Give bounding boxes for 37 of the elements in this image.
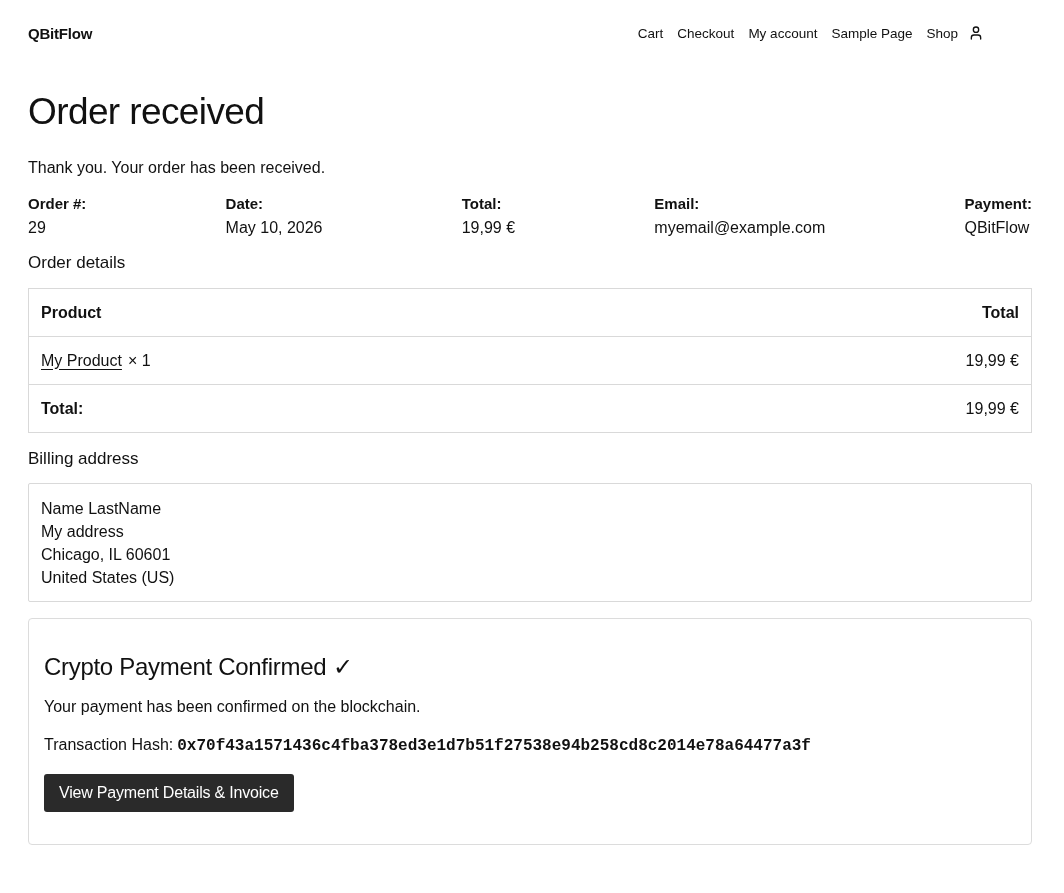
overview-value: myemail@example.com xyxy=(654,218,826,238)
nav-link[interactable]: Checkout xyxy=(677,25,735,41)
card-heading: Crypto Payment Confirmed ✓ xyxy=(44,652,353,682)
section-heading: Order details xyxy=(28,252,127,274)
product-link[interactable]: My Product xyxy=(41,351,122,369)
overview-label: Date: xyxy=(225,194,265,214)
nav-link[interactable]: Shop xyxy=(926,25,958,41)
table-cell: Total: xyxy=(28,384,663,433)
nav-link[interactable]: Cart xyxy=(637,25,664,41)
table-cell: 19,99 € xyxy=(663,336,1032,385)
address-line: My address xyxy=(41,522,125,542)
address-line: Name LastName xyxy=(41,499,163,519)
transaction-hash: 0x70f43a1571436c4fba378ed3e1d7b51f27538e94b258cd8c2014e78a64477a3f xyxy=(177,737,811,755)
overview-value: May 10, 2026 xyxy=(225,218,323,238)
overview-value: 29 xyxy=(28,218,47,238)
overview-label: Total: xyxy=(461,194,503,214)
site-logo[interactable]: QBitFlow xyxy=(28,24,93,42)
address-line: United States (US) xyxy=(41,568,176,588)
column-header: Product xyxy=(28,288,663,337)
section-heading: Billing address xyxy=(28,448,140,470)
overview-label: Order #: xyxy=(28,194,87,214)
overview-label: Payment: xyxy=(964,194,1032,214)
view-details-button[interactable]: View Payment Details & Invoice xyxy=(44,774,294,812)
overview-label: Email: xyxy=(654,194,701,214)
card-message: Your payment has been confirmed on the blockchain. xyxy=(44,697,421,717)
user-icon[interactable] xyxy=(968,25,984,41)
address-line: Chicago, IL 60601 xyxy=(41,545,172,565)
hash-label: Transaction Hash: xyxy=(44,736,174,754)
column-header: Total xyxy=(663,288,1032,337)
overview-value: QBitFlow xyxy=(964,218,1031,238)
table-cell: 19,99 € xyxy=(663,384,1032,433)
overview-value: 19,99 € xyxy=(461,218,516,238)
product-quantity: × 1 xyxy=(127,351,151,369)
nav-link[interactable]: Sample Page xyxy=(831,25,913,41)
page-title: Order received xyxy=(28,90,266,134)
nav-link[interactable]: My account xyxy=(748,25,818,41)
order-notice: Thank you. Your order has been received. xyxy=(28,158,327,178)
